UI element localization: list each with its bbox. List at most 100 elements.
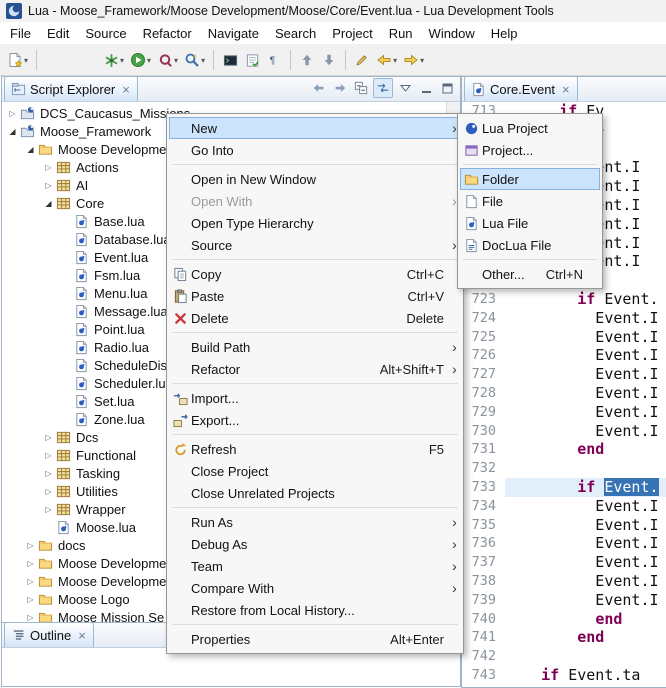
view-toolbar — [310, 78, 460, 101]
menubar-item-source[interactable]: Source — [77, 24, 134, 43]
submenu-item-other[interactable]: Other...Ctrl+N — [460, 263, 600, 285]
menu-item-import[interactable]: Import... — [169, 387, 461, 409]
submenu-item-lua-file[interactable]: Lua File — [460, 212, 600, 234]
dropdown-arrow-icon[interactable]: ▾ — [393, 56, 397, 65]
tab-outline[interactable]: Outline × — [4, 622, 94, 647]
toolbar-button-forward[interactable]: ▾ — [400, 48, 427, 72]
close-icon[interactable]: × — [562, 83, 570, 96]
expanded-arrow-icon[interactable]: ◢ — [6, 127, 19, 136]
dropdown-arrow-icon[interactable]: ▾ — [147, 56, 151, 65]
menu-item-close-project[interactable]: Close Project — [169, 460, 461, 482]
package-icon — [55, 501, 71, 517]
toolbar-button-whitespace[interactable]: ¶ — [263, 48, 285, 72]
menubar-item-help[interactable]: Help — [483, 24, 526, 43]
menu-item-paste[interactable]: PasteCtrl+V — [169, 285, 461, 307]
submenu-item-doclua-file[interactable]: DocLua File — [460, 234, 600, 256]
forward-history-icon[interactable] — [331, 79, 349, 97]
toolbar-button-task[interactable] — [241, 48, 263, 72]
toolbar-button-coverage[interactable]: ▾ — [154, 48, 181, 72]
menu-item-new[interactable]: New› — [169, 117, 461, 139]
toolbar-button-back[interactable]: ▾ — [373, 48, 400, 72]
menubar-item-window[interactable]: Window — [421, 24, 483, 43]
dropdown-arrow-icon[interactable]: ▾ — [24, 56, 28, 65]
submenu-item-file[interactable]: File — [460, 190, 600, 212]
close-icon[interactable]: × — [78, 629, 86, 642]
menu-item-build-path[interactable]: Build Path› — [169, 336, 461, 358]
line-number: 727 — [462, 365, 505, 384]
collapsed-arrow-icon[interactable]: ▷ — [42, 505, 55, 514]
tab-script-explorer[interactable]: Script Explorer × — [4, 76, 138, 101]
maximize-icon[interactable] — [438, 79, 456, 97]
toolbar-button-run[interactable]: ▾ — [127, 48, 154, 72]
menu-item-open-in-new-window[interactable]: Open in New Window — [169, 168, 461, 190]
menu-item-copy[interactable]: CopyCtrl+C — [169, 263, 461, 285]
dropdown-arrow-icon[interactable]: ▾ — [174, 56, 178, 65]
collapsed-arrow-icon[interactable]: ▷ — [42, 487, 55, 496]
menu-item-team[interactable]: Team› — [169, 555, 461, 577]
line-number: 723 — [462, 290, 505, 309]
collapsed-arrow-icon[interactable]: ▷ — [24, 559, 37, 568]
collapsed-arrow-icon[interactable]: ▷ — [24, 613, 37, 622]
dropdown-arrow-icon[interactable]: ▾ — [201, 56, 205, 65]
menu-item-close-unrelated-projects[interactable]: Close Unrelated Projects — [169, 482, 461, 504]
submenu-item-folder[interactable]: Folder — [460, 168, 600, 190]
import-icon — [169, 391, 191, 406]
toolbar-button-debug[interactable]: ▾ — [100, 48, 127, 72]
menu-item-compare-with[interactable]: Compare With› — [169, 577, 461, 599]
menubar-item-edit[interactable]: Edit — [39, 24, 77, 43]
collapsed-arrow-icon[interactable]: ▷ — [24, 541, 37, 550]
menu-item-label: Source — [191, 238, 448, 253]
expanded-arrow-icon[interactable]: ◢ — [24, 145, 37, 154]
collapsed-arrow-icon[interactable]: ▷ — [42, 451, 55, 460]
menu-item-refactor[interactable]: RefactorAlt+Shift+T› — [169, 358, 461, 380]
menubar-item-navigate[interactable]: Navigate — [200, 24, 267, 43]
back-history-icon[interactable] — [310, 79, 328, 97]
view-menu-icon[interactable] — [396, 79, 414, 97]
tab-core-event[interactable]: Core.Event × — [464, 76, 578, 101]
toolbar-button-search[interactable]: ▾ — [181, 48, 208, 72]
tree-item-label: Moose_Framework — [40, 124, 151, 139]
toolbar-button-prev-annotation[interactable] — [296, 48, 318, 72]
menubar-item-search[interactable]: Search — [267, 24, 324, 43]
menu-item-debug-as[interactable]: Debug As› — [169, 533, 461, 555]
dropdown-arrow-icon[interactable]: ▾ — [420, 56, 424, 65]
menu-item-go-into[interactable]: Go Into — [169, 139, 461, 161]
dropdown-arrow-icon[interactable]: ▾ — [120, 56, 124, 65]
toolbar-button-new-wizard[interactable]: ▾ — [4, 48, 31, 72]
menu-item-refresh[interactable]: RefreshF5 — [169, 438, 461, 460]
collapsed-arrow-icon[interactable]: ▷ — [42, 181, 55, 190]
menubar-item-run[interactable]: Run — [381, 24, 421, 43]
menubar-item-refactor[interactable]: Refactor — [135, 24, 200, 43]
menubar-item-project[interactable]: Project — [324, 24, 380, 43]
menu-item-run-as[interactable]: Run As› — [169, 511, 461, 533]
collapsed-arrow-icon[interactable]: ▷ — [24, 577, 37, 586]
close-icon[interactable]: × — [122, 83, 130, 96]
toolbar-button-next-annotation[interactable] — [318, 48, 340, 72]
code-line: 743 if Event.ta — [462, 666, 666, 685]
expanded-arrow-icon[interactable]: ◢ — [42, 199, 55, 208]
collapsed-arrow-icon[interactable]: ▷ — [24, 595, 37, 604]
collapse-all-icon[interactable] — [352, 79, 370, 97]
tree-item-label: Wrapper — [76, 502, 126, 517]
menubar-item-file[interactable]: File — [2, 24, 39, 43]
collapsed-arrow-icon[interactable]: ▷ — [42, 163, 55, 172]
minimize-icon[interactable] — [417, 79, 435, 97]
submenu-item-project[interactable]: Project... — [460, 139, 600, 161]
menu-item-properties[interactable]: PropertiesAlt+Enter — [169, 628, 461, 650]
collapsed-arrow-icon[interactable]: ▷ — [42, 433, 55, 442]
toolbar-button-console[interactable] — [219, 48, 241, 72]
lua-file-icon — [73, 411, 89, 427]
menu-item-source[interactable]: Source› — [169, 234, 461, 256]
submenu-arrow-icon: › — [448, 514, 461, 530]
menu-item-delete[interactable]: DeleteDelete — [169, 307, 461, 329]
toolbar-button-last-edit[interactable] — [351, 48, 373, 72]
menu-item-export[interactable]: Export... — [169, 409, 461, 431]
menu-item-restore-from-local-history[interactable]: Restore from Local History... — [169, 599, 461, 621]
collapsed-arrow-icon[interactable]: ▷ — [42, 469, 55, 478]
menu-item-open-type-hierarchy[interactable]: Open Type Hierarchy — [169, 212, 461, 234]
link-with-editor-icon[interactable] — [373, 78, 393, 98]
collapsed-arrow-icon[interactable]: ▷ — [6, 109, 19, 118]
code-line: 738 Event.I — [462, 572, 666, 591]
menu-item-label: Folder — [482, 172, 587, 187]
submenu-item-lua-project[interactable]: Lua Project — [460, 117, 600, 139]
